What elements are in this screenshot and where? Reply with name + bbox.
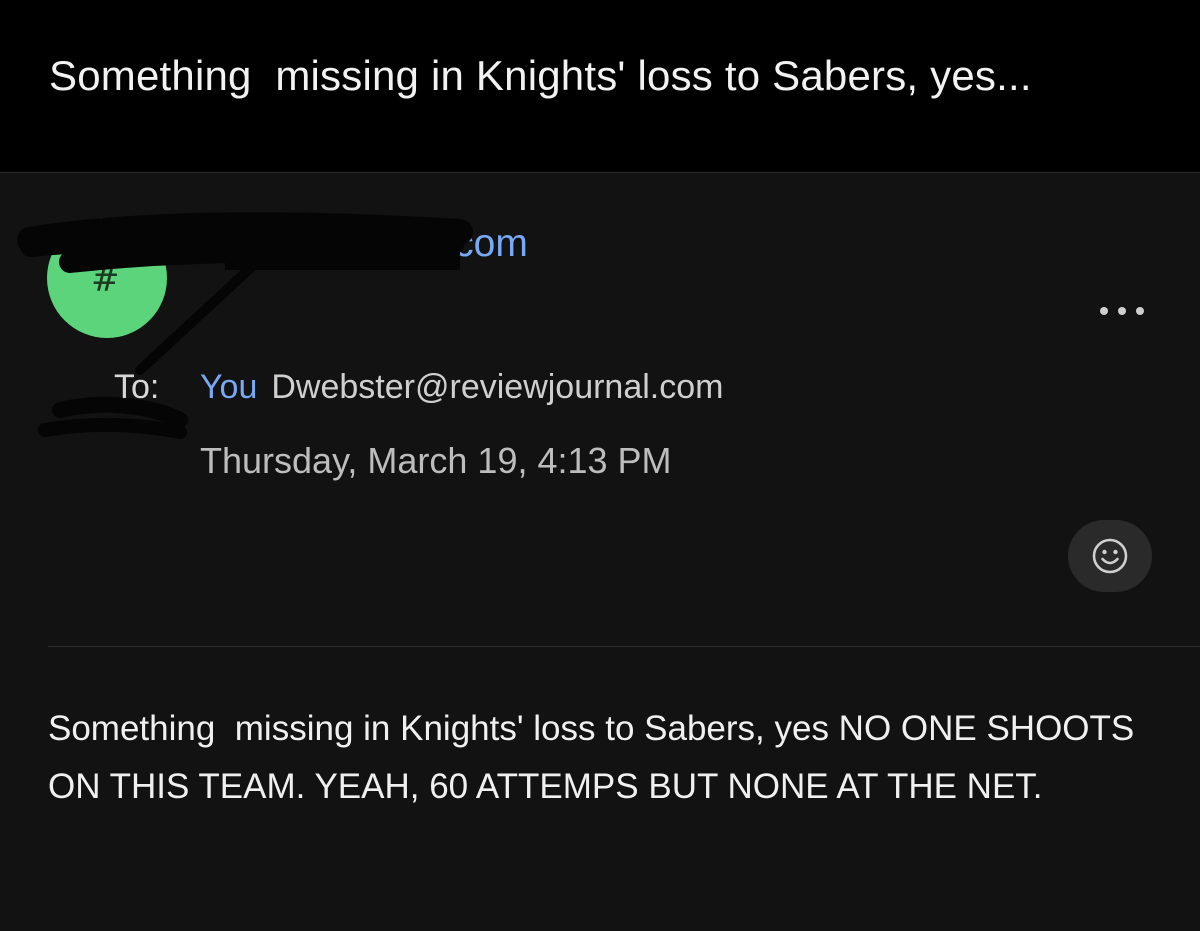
to-label: To: (114, 368, 160, 406)
sender-avatar[interactable]: # (47, 218, 167, 338)
recipients-row: To: You Dwebster@reviewjournal.com (114, 368, 724, 407)
smiley-face-icon (1092, 538, 1128, 574)
reaction-button[interactable] (1068, 520, 1152, 592)
email-header: Something missing in Knights' loss to Sa… (0, 0, 1200, 173)
content-divider (48, 646, 1200, 647)
more-dot (1100, 307, 1108, 315)
email-body: Something missing in Knights' loss to Sa… (48, 709, 1144, 806)
more-dot (1118, 307, 1126, 315)
more-options-button[interactable] (1094, 296, 1150, 326)
recipient-address[interactable]: Dwebster@reviewjournal.com (271, 368, 723, 407)
email-subject: Something missing in Knights' loss to Sa… (49, 52, 1032, 99)
sender-redaction (225, 226, 460, 270)
more-dot (1136, 307, 1144, 315)
recipient-you[interactable]: You (200, 368, 257, 407)
avatar-letter: # (91, 260, 120, 300)
email-date: Thursday, March 19, 4:13 PM (200, 440, 672, 481)
